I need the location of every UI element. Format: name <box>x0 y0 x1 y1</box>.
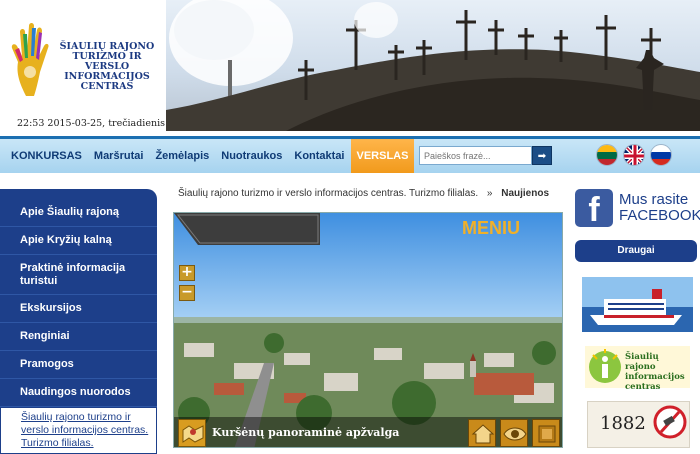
sidebar-item-apie-rajona[interactable]: Apie Šiaulių rajoną <box>0 199 157 227</box>
hill-of-crosses-banner <box>166 0 700 131</box>
facebook-icon: f <box>575 189 613 229</box>
breadcrumb-current: Naujienos <box>501 188 550 199</box>
logo-text: Šiaulių rajono turizmo ir verslo informa… <box>59 41 155 92</box>
nav-item-kontaktai[interactable]: Kontaktai <box>288 139 350 173</box>
emergency-phone-banner[interactable]: 1882 <box>587 401 690 448</box>
panorama-caption-bar: Kuršėnų panoraminė apžvalga <box>174 417 562 447</box>
panorama-caption: Kuršėnų panoraminė apžvalga <box>212 426 400 439</box>
menu-button[interactable]: MENIU <box>418 213 562 243</box>
sidebar-item-turizmo-filialas[interactable]: Šiaulių rajono turizmo ir verslo informa… <box>0 407 157 454</box>
sidebar: Apie Šiaulių rajoną Apie Kryžių kalną Pr… <box>0 189 157 454</box>
nav-item-nuotraukos[interactable]: Nuotraukos <box>215 139 288 173</box>
search-box: ➡ <box>419 146 553 165</box>
facebook-banner[interactable]: f Mus rasite FACEBOOK <box>575 189 700 231</box>
hand-logo-icon <box>11 23 49 96</box>
panorama-image <box>174 213 562 447</box>
ru-flag-icon[interactable] <box>650 144 672 166</box>
map-pin-icon[interactable] <box>178 419 206 447</box>
zoom-out-button[interactable]: − <box>179 285 195 301</box>
sidebar-item-renginiai[interactable]: Renginiai <box>0 323 157 351</box>
panorama-viewer[interactable]: MENIU + − Kuršėnų panoraminė apžvalga <box>173 212 563 448</box>
draugai-button[interactable]: Draugai <box>575 240 697 262</box>
prohibited-icon <box>653 405 687 439</box>
breadcrumb: Šiaulių rajono turizmo ir verslo informa… <box>178 188 549 199</box>
site-header: Šiaulių rajono turizmo ir verslo informa… <box>0 0 700 137</box>
fullscreen-icon[interactable] <box>532 419 560 447</box>
sidebar-item-naudingos-nuorodos[interactable]: Naudingos nuorodos <box>0 379 157 407</box>
nav-menu: KONKURSAS Maršrutai Žemėlapis Nuotraukos… <box>5 139 415 173</box>
tic-banner[interactable]: Šiaulių rajono informacijos centras <box>585 346 690 392</box>
nav-item-zemelapis[interactable]: Žemėlapis <box>149 139 215 173</box>
facebook-text-line2: FACEBOOK <box>619 207 700 224</box>
uk-flag-icon[interactable] <box>623 144 645 166</box>
sidebar-item-apie-kryziu-kalna[interactable]: Apie Kryžių kalną <box>0 227 157 255</box>
nav-item-verslas[interactable]: VERSLAS <box>350 139 415 173</box>
main-nav: KONKURSAS Maršrutai Žemėlapis Nuotraukos… <box>0 136 700 173</box>
breadcrumb-separator: » <box>486 188 493 199</box>
menu-tab-shape <box>174 213 320 245</box>
sidebar-item-ekskursijos[interactable]: Ekskursijos <box>0 295 157 323</box>
facebook-text-line1: Mus rasite <box>619 191 689 208</box>
nav-item-marsrutai[interactable]: Maršrutai <box>88 139 150 173</box>
sidebar-item-praktine-informacija[interactable]: Praktinė informacija turistui <box>0 255 157 295</box>
info-icon <box>589 349 621 383</box>
sidebar-item-pramogos[interactable]: Pramogos <box>0 351 157 379</box>
search-input[interactable] <box>419 146 532 165</box>
zoom-in-button[interactable]: + <box>179 265 195 281</box>
nav-item-konkursas[interactable]: KONKURSAS <box>5 139 88 173</box>
language-switcher <box>596 144 672 166</box>
eye-icon[interactable] <box>500 419 528 447</box>
tic-text: Šiaulių rajono informacijos centras <box>625 352 685 392</box>
home-icon[interactable] <box>468 419 496 447</box>
breadcrumb-parent[interactable]: Šiaulių rajono turizmo ir verslo informa… <box>178 188 478 199</box>
current-datetime: 22:53 2015-03-25, trečiadienis <box>17 118 165 129</box>
phone-number: 1882 <box>600 413 646 434</box>
lt-flag-icon[interactable] <box>596 144 618 166</box>
ferry-banner[interactable] <box>582 277 693 332</box>
site-logo[interactable]: Šiaulių rajono turizmo ir verslo informa… <box>0 0 166 137</box>
search-button[interactable]: ➡ <box>532 146 552 165</box>
